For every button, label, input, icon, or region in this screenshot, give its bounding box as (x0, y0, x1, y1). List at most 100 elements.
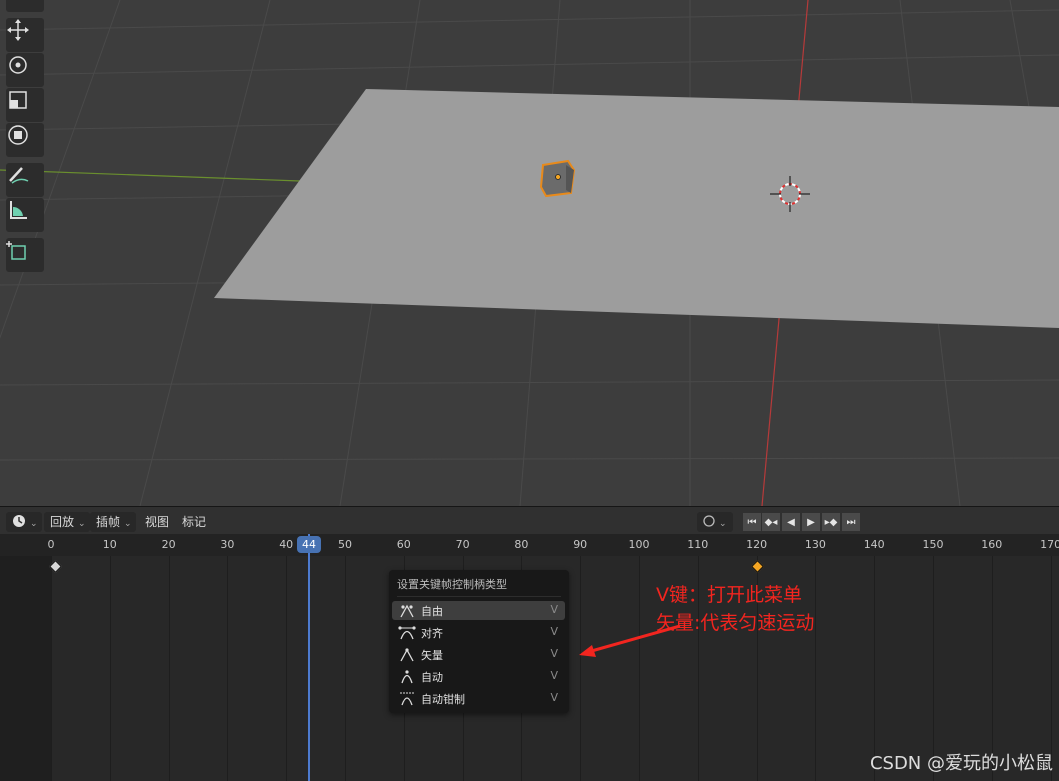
menu-item-label: 自动 (421, 671, 443, 684)
menu-item-shortcut: V (550, 625, 558, 638)
marker-menu[interactable]: 标记 (182, 512, 206, 532)
ruler-tick: 0 (47, 538, 55, 551)
jump-start-icon: ⏮ (747, 516, 757, 528)
chevron-down-icon: ⌄ (124, 519, 132, 529)
ruler-tick: 80 (514, 538, 529, 551)
cursor-tool-button[interactable] (6, 0, 44, 12)
frame-gridline (227, 556, 229, 781)
menu-item-auto-clamped[interactable]: 自动钳制 V (392, 689, 565, 708)
next-keyframe-button[interactable]: ▸◆ (822, 513, 840, 531)
prev-keyframe-button[interactable]: ◆◂ (762, 513, 780, 531)
frame-gridline (1050, 556, 1052, 781)
play-reverse-icon: ◀ (787, 516, 795, 528)
move-tool-button[interactable] (6, 18, 44, 52)
view-menu[interactable]: 视图 (145, 512, 169, 532)
playback-menu-label: 回放 (50, 515, 75, 529)
ruler-tick: 160 (981, 538, 1003, 551)
rotate-tool-button[interactable] (6, 53, 44, 87)
play-icon: ▶ (807, 516, 815, 528)
record-icon (703, 515, 715, 527)
jump-end-icon: ⏭ (846, 516, 856, 528)
menu-item-vector[interactable]: 矢量 V (392, 645, 565, 664)
playhead-line[interactable] (308, 534, 310, 781)
frame-gridline (286, 556, 288, 781)
ruler-tick: 140 (863, 538, 885, 551)
keying-menu-label: 插帧 (96, 515, 121, 529)
add-cube-tool-button[interactable] (6, 238, 44, 272)
menu-item-auto[interactable]: 自动 V (392, 667, 565, 686)
annotation-line-2: 矢量:代表匀速运动 (656, 612, 815, 634)
transform-icon (8, 125, 28, 145)
annotate-tool-button[interactable] (6, 163, 44, 197)
ruler-tick: 40 (279, 538, 294, 551)
auto-keying-toggle[interactable]: ⌄ (697, 512, 733, 532)
transform-tool-button[interactable] (6, 123, 44, 157)
rotate-icon (9, 56, 27, 74)
editor-type-selector[interactable]: ⌄ (6, 512, 42, 532)
playback-menu[interactable]: 回放 ⌄ (44, 512, 90, 532)
annotation-line-1: V键：打开此菜单 (656, 584, 802, 606)
ruler-tick: 70 (455, 538, 470, 551)
timeline-header: ⌄ 回放 ⌄ 插帧 ⌄ 视图 标记 ⌄ ⏮ ◆◂ ◀ ▶ ▸◆ ⏭ (0, 506, 1059, 535)
ruler-tick: 20 (161, 538, 176, 551)
3d-viewport[interactable] (0, 0, 1059, 506)
out-of-range-region (0, 556, 51, 781)
scale-tool-button[interactable] (6, 88, 44, 122)
frame-gridline (51, 556, 52, 781)
menu-item-shortcut: V (550, 647, 558, 660)
handle-aligned-icon (398, 626, 416, 640)
handle-auto-clamped-icon (400, 692, 414, 706)
measure-tool-button[interactable] (6, 198, 44, 232)
handle-auto-icon (401, 670, 413, 684)
jump-start-button[interactable]: ⏮ (743, 513, 761, 531)
ruler-tick: 60 (396, 538, 411, 551)
annotate-pencil-icon (9, 167, 29, 184)
add-cube-icon (6, 241, 26, 260)
ruler-tick: 130 (804, 538, 826, 551)
ruler-tick: 10 (102, 538, 117, 551)
scale-icon (9, 91, 27, 109)
frame-gridline (874, 556, 876, 781)
frame-gridline (639, 556, 640, 781)
measure-ruler-icon (10, 201, 27, 219)
menu-item-aligned[interactable]: 对齐 V (392, 623, 565, 642)
menu-item-label: 自动钳制 (421, 693, 465, 706)
next-keyframe-icon: ▸◆ (824, 516, 838, 528)
frame-ruler[interactable]: 0 10 20 30 40 50 60 70 80 90 100 110 120 130 140 150 160… (0, 534, 1059, 556)
menu-item-label: 矢量 (421, 649, 443, 662)
play-reverse-button[interactable]: ◀ (782, 513, 800, 531)
menu-item-label: 对齐 (421, 627, 443, 640)
move-icon (7, 19, 29, 41)
ruler-tick: 170 (1040, 538, 1059, 551)
chevron-down-icon: ⌄ (719, 519, 727, 529)
ruler-tick: 90 (573, 538, 588, 551)
viewport-grid (0, 0, 1059, 506)
ruler-tick: 100 (628, 538, 650, 551)
menu-item-free[interactable]: 自由 V (392, 601, 565, 620)
ruler-tick: 110 (687, 538, 709, 551)
ruler-tick: 30 (220, 538, 235, 551)
frame-gridline (580, 556, 582, 781)
frame-gridline (933, 556, 934, 781)
frame-gridline (815, 556, 817, 781)
handle-type-menu: 设置关键帧控制柄类型 自由 V 对齐 V 矢量 V 自动 V 自动钳制 V (389, 570, 569, 713)
handle-vector-icon (400, 648, 414, 662)
keying-menu[interactable]: 插帧 ⌄ (90, 512, 136, 532)
clock-icon (13, 515, 25, 527)
ruler-tick: 150 (922, 538, 944, 551)
current-frame-indicator[interactable]: 44 (297, 536, 321, 553)
selected-cube (539, 159, 576, 198)
chevron-down-icon: ⌄ (78, 519, 86, 529)
frame-gridline (109, 556, 111, 781)
frame-gridline (168, 556, 170, 781)
plane-mesh (214, 89, 1059, 328)
ruler-tick: 50 (338, 538, 352, 551)
jump-end-button[interactable]: ⏭ (842, 513, 860, 531)
menu-divider (397, 596, 561, 597)
menu-item-shortcut: V (550, 603, 558, 616)
handle-free-icon (400, 604, 414, 618)
frame-gridline (991, 556, 993, 781)
menu-item-label: 自由 (421, 605, 443, 618)
menu-title: 设置关键帧控制柄类型 (397, 578, 507, 591)
play-button[interactable]: ▶ (802, 513, 820, 531)
